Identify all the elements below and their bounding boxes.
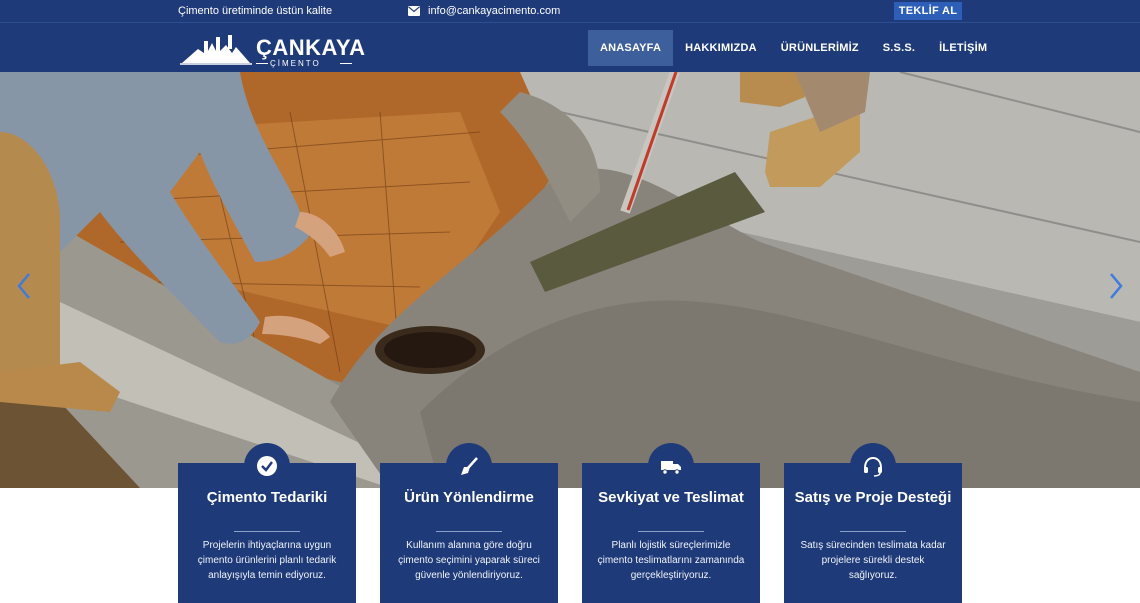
card-divider — [436, 531, 502, 532]
nav-item-faq[interactable]: S.S.S. — [871, 30, 927, 66]
hero-image — [0, 72, 1140, 488]
email-link[interactable]: info@cankayacimento.com — [408, 5, 560, 17]
check-circle-icon — [257, 456, 277, 476]
top-bar: Çimento üretiminde üstün kalite info@can… — [0, 0, 1140, 22]
card-divider — [638, 531, 704, 532]
card-description: Satış sürecinden teslimata kadar projele… — [800, 540, 946, 581]
feature-card-delivery[interactable]: Sevkiyat ve Teslimat Planlı lojistik sür… — [582, 443, 760, 603]
card-badge — [648, 443, 694, 489]
header: ÇANKAYA ÇİMENTO ANASAYFA HAKKIMIZDA ÜRÜN… — [0, 22, 1140, 72]
envelope-icon — [408, 6, 420, 16]
card-badge — [446, 443, 492, 489]
nav-item-products[interactable]: ÜRÜNLERİMİZ — [769, 30, 871, 66]
card-badge — [850, 443, 896, 489]
quote-button[interactable]: TEKLİF AL — [894, 2, 962, 20]
slider-prev-button[interactable] — [14, 272, 34, 300]
card-description: Kullanım alanına göre doğru çimento seçi… — [398, 540, 540, 581]
card-badge — [244, 443, 290, 489]
truck-icon — [661, 461, 681, 475]
trowel-icon — [461, 457, 478, 475]
card-divider — [840, 531, 906, 532]
slider-next-button[interactable] — [1106, 272, 1126, 300]
headset-icon — [864, 456, 882, 477]
card-description: Projelerin ihtiyaçlarına uygun çimento ü… — [197, 540, 337, 581]
brand-subtitle: ÇİMENTO — [270, 59, 321, 68]
tagline: Çimento üretiminde üstün kalite — [178, 5, 333, 17]
card-title: Satış ve Proje Desteği — [794, 489, 952, 506]
main-nav: ANASAYFA HAKKIMIZDA ÜRÜNLERİMİZ S.S.S. İ… — [588, 30, 999, 66]
card-divider — [234, 531, 300, 532]
card-description: Planlı lojistik süreçlerimizle çimento t… — [597, 540, 745, 581]
logo[interactable]: ÇANKAYA ÇİMENTO — [180, 29, 365, 69]
card-title: Çimento Tedariki — [206, 489, 328, 506]
card-title: Sevkiyat ve Teslimat — [598, 489, 744, 506]
nav-item-contact[interactable]: İLETİŞİM — [927, 30, 999, 66]
subtitle-rule-right — [340, 63, 352, 64]
feature-cards: Çimento Tedariki Projelerin ihtiyaçların… — [178, 443, 962, 603]
subtitle-rule-left — [256, 63, 268, 64]
feature-card-supply[interactable]: Çimento Tedariki Projelerin ihtiyaçların… — [178, 443, 356, 603]
feature-card-support[interactable]: Satış ve Proje Desteği Satış sürecinden … — [784, 443, 962, 603]
factory-logo-icon — [180, 35, 252, 65]
nav-item-home[interactable]: ANASAYFA — [588, 30, 674, 66]
nav-item-about[interactable]: HAKKIMIZDA — [673, 30, 769, 66]
email-text[interactable]: info@cankayacimento.com — [428, 5, 560, 17]
feature-card-guidance[interactable]: Ürün Yönlendirme Kullanım alanına göre d… — [380, 443, 558, 603]
brand-name: ÇANKAYA — [256, 35, 366, 60]
card-title: Ürün Yönlendirme — [404, 489, 534, 506]
hero-slider — [0, 72, 1140, 488]
